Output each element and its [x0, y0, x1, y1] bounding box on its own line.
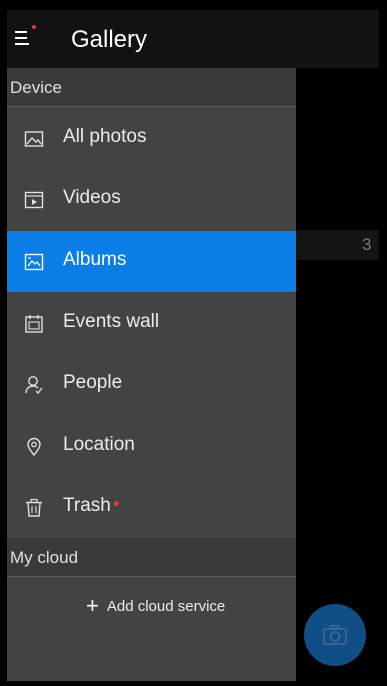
drawer-item-all-photos[interactable]: All photos	[7, 108, 296, 169]
camera-button[interactable]	[304, 604, 366, 666]
drawer-item-label: People	[63, 372, 123, 393]
trash-badge-icon	[113, 501, 119, 507]
drawer-item-label: Trash	[63, 495, 119, 517]
album-count: 3	[362, 235, 372, 254]
drawer-item-label: Location	[63, 434, 135, 455]
person-icon	[25, 376, 43, 395]
camera-icon	[323, 625, 347, 645]
drawer-item-trash[interactable]: Trash	[7, 477, 296, 538]
add-cloud-service-label: Add cloud service	[106, 597, 226, 615]
notification-dot-icon	[32, 25, 36, 29]
navigation-drawer: Device All photos Videos Albums Events w…	[7, 68, 296, 681]
device-section-label: Device	[10, 78, 62, 97]
my-cloud-section-label: My cloud	[10, 548, 79, 567]
photo-icon	[24, 131, 44, 147]
bottom-frame-border	[0, 681, 387, 686]
trash-label-text: Trash	[63, 495, 111, 516]
location-pin-icon	[27, 437, 41, 457]
drawer-item-people[interactable]: People	[7, 354, 296, 415]
video-icon	[24, 191, 44, 209]
plus-icon: +	[86, 593, 99, 618]
hamburger-menu-icon[interactable]	[15, 29, 29, 45]
right-frame-border	[379, 0, 387, 686]
album-icon	[24, 253, 44, 271]
events-icon	[25, 315, 43, 333]
drawer-item-albums[interactable]: Albums	[7, 231, 296, 292]
device-section-header: Device	[7, 68, 296, 107]
drawer-item-videos[interactable]: Videos	[7, 169, 296, 230]
drawer-item-events-wall[interactable]: Events wall	[7, 293, 296, 354]
app-title: Gallery	[71, 26, 148, 53]
add-cloud-service-button[interactable]: + Add cloud service	[86, 595, 225, 617]
my-cloud-section-header: My cloud	[7, 538, 296, 577]
left-frame-border	[0, 0, 7, 686]
drawer-item-label: Albums	[63, 249, 127, 270]
drawer-item-label: Videos	[63, 187, 121, 208]
content-behind-drawer	[296, 68, 379, 681]
drawer-item-location[interactable]: Location	[7, 416, 296, 477]
trash-icon	[26, 498, 42, 517]
app-bar: Gallery	[7, 10, 379, 68]
drawer-item-label: Events wall	[63, 311, 160, 332]
drawer-item-label: All photos	[63, 126, 147, 147]
